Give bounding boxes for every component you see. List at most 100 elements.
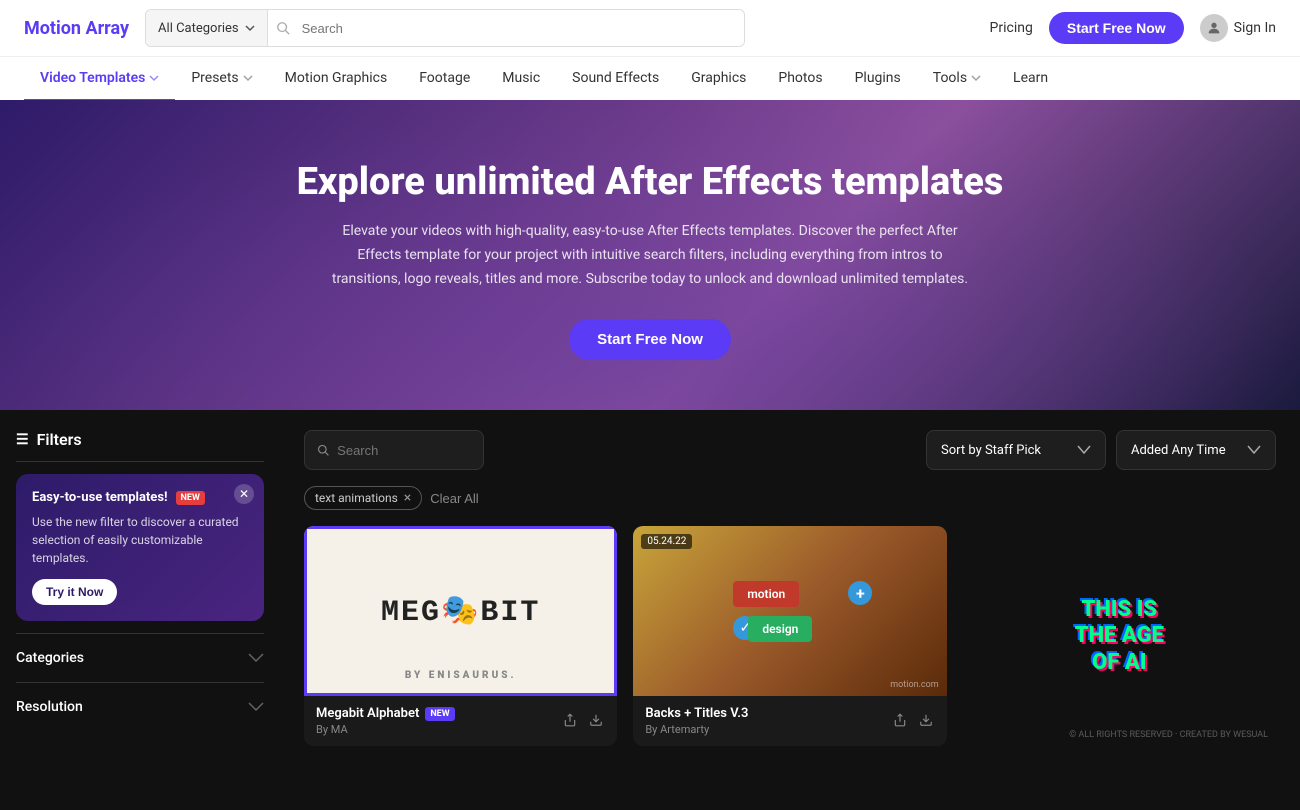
nav-item-footage[interactable]: Footage: [403, 57, 486, 101]
nav-item-presets[interactable]: Presets: [175, 57, 268, 101]
nav-item-sound-effects[interactable]: Sound Effects: [556, 57, 675, 101]
header-search-input[interactable]: [290, 10, 744, 46]
time-dropdown[interactable]: Added Any Time: [1116, 430, 1276, 470]
promo-description: Use the new filter to discover a curated…: [32, 513, 248, 567]
promo-close-button[interactable]: ✕: [234, 484, 254, 504]
card-footer-actions-backs: [891, 711, 935, 732]
search-category-dropdown[interactable]: All Categories: [146, 10, 268, 46]
card-info-megabit: Megabit Alphabet NEW By MA: [316, 706, 455, 736]
card-megabit[interactable]: MEG🎭BIT BY ENISAURUS. Megabit Alphabet N…: [304, 526, 617, 746]
promo-title: Easy-to-use templates! NEW: [32, 490, 248, 505]
motion-pill: motion: [733, 581, 799, 607]
card-download-button[interactable]: [917, 711, 935, 732]
nav-label-graphics: Graphics: [691, 70, 746, 86]
nav-label-music: Music: [502, 70, 540, 86]
search-icon: [317, 443, 329, 457]
card-title-backs: Backs + Titles V.3: [645, 706, 748, 721]
header-right: Pricing Start Free Now Sign In: [990, 12, 1276, 44]
sidebar-divider: [16, 461, 264, 462]
nav-label-presets: Presets: [191, 70, 238, 86]
nav-label-footage: Footage: [419, 70, 470, 86]
content-area: ☰ Filters ✕ Easy-to-use templates! NEW U…: [0, 410, 1300, 810]
card-title-megabit: Megabit Alphabet NEW: [316, 706, 455, 721]
hero-description: Elevate your videos with high-quality, e…: [330, 220, 970, 291]
main-nav: Video Templates Presets Motion Graphics …: [0, 56, 1300, 100]
logo[interactable]: Motion Array: [24, 18, 129, 39]
start-free-button[interactable]: Start Free Now: [1049, 12, 1184, 44]
card-title-text: Megabit Alphabet: [316, 706, 419, 721]
hero-cta-button[interactable]: Start Free Now: [569, 319, 731, 360]
nav-item-tools[interactable]: Tools: [917, 57, 997, 101]
card-date-badge: 05.24.22: [641, 534, 692, 549]
cards-grid: MEG🎭BIT BY ENISAURUS. Megabit Alphabet N…: [304, 526, 1276, 746]
card-backs-titles[interactable]: 05.24.22 motion + ✓ design motion.com Ba…: [633, 526, 946, 746]
card-footer-backs: Backs + Titles V.3 By Artemarty: [633, 696, 946, 746]
plus-pill: +: [848, 581, 872, 605]
resolution-section-header[interactable]: Resolution: [16, 699, 264, 715]
megabit-title-text: MEG🎭BIT: [381, 593, 540, 630]
card-glitch[interactable]: THIS ISTHE AGEOF AI © ALL RIGHTS RESERVE…: [963, 526, 1276, 746]
user-avatar-icon: [1200, 14, 1228, 42]
filter-icon: ☰: [16, 432, 29, 448]
promo-card: ✕ Easy-to-use templates! NEW Use the new…: [16, 474, 264, 621]
search-icon: [276, 21, 290, 35]
card-download-button[interactable]: [587, 711, 605, 732]
categories-label: Categories: [16, 650, 84, 666]
chevron-down-icon: [1247, 445, 1261, 455]
filter-tag-text-animations[interactable]: text animations ×: [304, 486, 422, 510]
resolution-label: Resolution: [16, 699, 83, 715]
glitch-text: THIS ISTHE AGEOF AI: [1065, 587, 1174, 686]
search-bar: All Categories: [145, 9, 745, 47]
nav-item-photos[interactable]: Photos: [762, 57, 838, 101]
card-badge-new: NEW: [425, 707, 454, 721]
nav-label-tools: Tools: [933, 70, 967, 86]
search-row: Sort by Staff Pick Added Any Time: [304, 430, 1276, 470]
filter-tag-close-icon[interactable]: ×: [404, 491, 411, 505]
chevron-down-icon: [243, 73, 253, 83]
clear-all-button[interactable]: Clear All: [430, 491, 478, 506]
main-search-box[interactable]: [304, 430, 484, 470]
card-footer-actions-megabit: [561, 711, 605, 732]
main-content: Sort by Staff Pick Added Any Time text a…: [280, 410, 1300, 810]
card-footer-megabit: Megabit Alphabet NEW By MA: [304, 696, 617, 746]
card-thumb-megabit: MEG🎭BIT BY ENISAURUS.: [304, 526, 617, 696]
sidebar-categories-section: Categories: [16, 633, 264, 682]
card-title-text: Backs + Titles V.3: [645, 706, 748, 721]
card-share-button[interactable]: [561, 711, 579, 732]
promo-title-text: Easy-to-use templates!: [32, 490, 168, 505]
chevron-down-icon: [248, 699, 264, 715]
sidebar: ☰ Filters ✕ Easy-to-use templates! NEW U…: [0, 410, 280, 810]
chevron-down-icon: [971, 73, 981, 83]
card-thumb-glitch: THIS ISTHE AGEOF AI © ALL RIGHTS RESERVE…: [963, 526, 1276, 746]
nav-label-learn: Learn: [1013, 70, 1048, 86]
hero-title: Explore unlimited After Effects template…: [24, 160, 1276, 204]
chevron-down-icon: [245, 23, 255, 33]
chevron-down-icon: [1077, 445, 1091, 455]
chevron-down-icon: [149, 73, 159, 83]
promo-new-badge: NEW: [176, 491, 205, 505]
filter-tags: text animations × Clear All: [304, 486, 1276, 510]
time-label: Added Any Time: [1131, 443, 1239, 458]
nav-item-learn[interactable]: Learn: [997, 57, 1064, 101]
main-search-input[interactable]: [337, 443, 471, 458]
card-info-backs: Backs + Titles V.3 By Artemarty: [645, 706, 748, 736]
chevron-down-icon: [248, 650, 264, 666]
promo-try-button[interactable]: Try it Now: [32, 579, 117, 605]
nav-item-graphics[interactable]: Graphics: [675, 57, 762, 101]
hero-section: Explore unlimited After Effects template…: [0, 100, 1300, 410]
sort-label: Sort by Staff Pick: [941, 443, 1069, 458]
card-by-backs: By Artemarty: [645, 723, 748, 736]
nav-item-plugins[interactable]: Plugins: [839, 57, 917, 101]
card-by-megabit: By MA: [316, 723, 455, 736]
sign-in-button[interactable]: Sign In: [1200, 14, 1276, 42]
nav-item-video-templates[interactable]: Video Templates: [24, 57, 175, 101]
categories-section-header[interactable]: Categories: [16, 650, 264, 666]
card-share-button[interactable]: [891, 711, 909, 732]
nav-label-plugins: Plugins: [855, 70, 901, 86]
sidebar-resolution-section: Resolution: [16, 682, 264, 731]
sort-dropdown[interactable]: Sort by Staff Pick: [926, 430, 1106, 470]
search-category-label: All Categories: [158, 21, 239, 36]
pricing-link[interactable]: Pricing: [990, 20, 1033, 36]
nav-item-music[interactable]: Music: [486, 57, 556, 101]
nav-item-motion-graphics[interactable]: Motion Graphics: [269, 57, 404, 101]
